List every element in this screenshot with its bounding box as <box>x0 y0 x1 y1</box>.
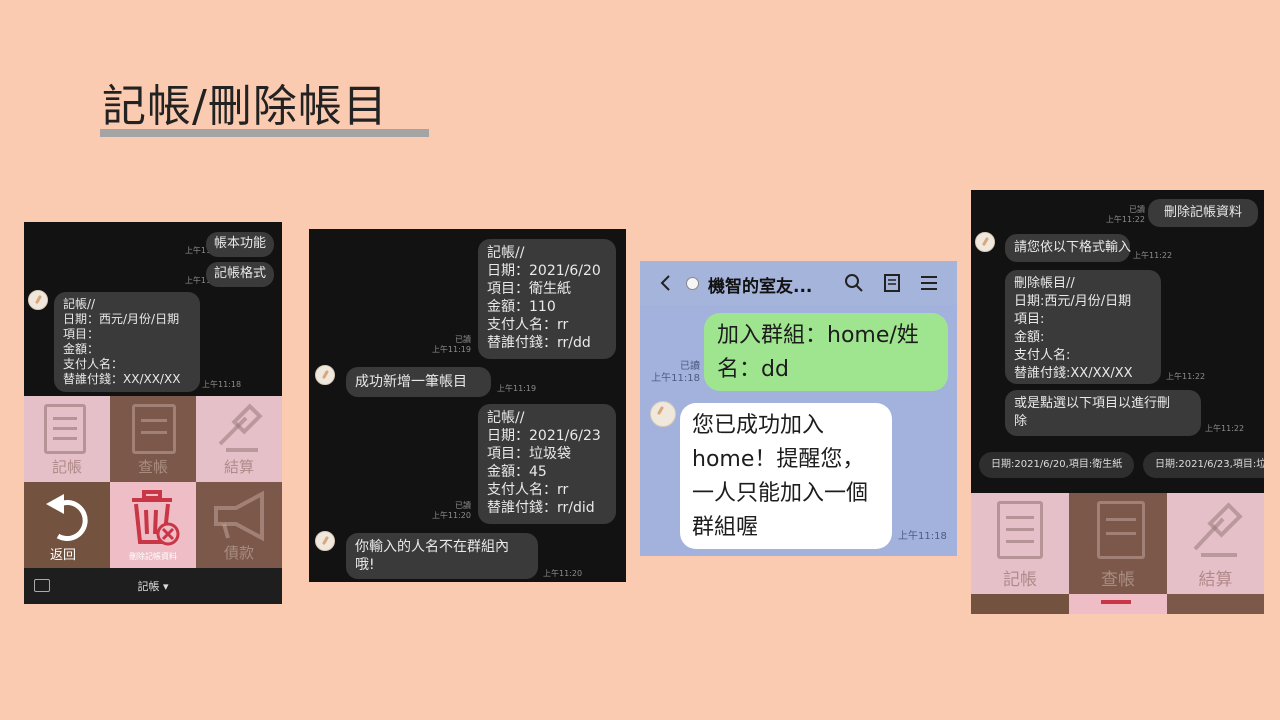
menu-debt-button[interactable]: 債款 <box>196 482 282 568</box>
sent-message: 刪除記帳資料 <box>1148 199 1258 227</box>
menu-lookup-button[interactable]: 查帳 <box>110 396 196 482</box>
menu-lookup-button[interactable]: 查帳 <box>1069 493 1167 594</box>
gavel-icon <box>218 403 263 452</box>
menu-debt-button[interactable] <box>1167 594 1264 614</box>
menu-back-button[interactable]: 返回 <box>24 482 110 568</box>
message-time: 上午11:18 <box>202 380 242 389</box>
message-time: 上午11:20 <box>543 569 583 578</box>
bot-avatar <box>315 365 335 385</box>
slide-title: 記帳/刪除帳目 <box>102 81 388 132</box>
ledger-icon <box>1097 501 1145 559</box>
bottom-bar: 記帳 ▾ <box>24 568 282 604</box>
message-time: 上午11:18 <box>898 531 947 542</box>
menu-icon[interactable] <box>920 273 938 293</box>
message-time: 上午11:19 <box>497 384 537 393</box>
message-time: 上午11:22 <box>1166 372 1206 381</box>
trash-delete-icon <box>132 490 180 546</box>
ledger-icon <box>132 404 176 454</box>
bot-message: 您已成功加入 home！提醒您， 一人只能加入一個 群組喔 <box>680 403 892 549</box>
sent-message: 記帳格式 <box>206 262 274 287</box>
bot-reply: 你輸入的人名不在群組內 哦! <box>346 533 538 579</box>
panel-join-group: 機智的室友... 加入群組：home/姓 名：dd 已讀 上午11:18 您已成功… <box>640 261 957 556</box>
menu-delete-button[interactable] <box>1069 594 1167 614</box>
sent-entry: 記帳// 日期：2021/6/23 項目：垃圾袋 金額：45 支付人名：rr 替… <box>478 404 616 524</box>
gavel-icon <box>1193 502 1243 557</box>
bot-avatar <box>28 290 48 310</box>
menu-delete-label: 刪除記帳資料 <box>129 552 177 561</box>
quick-reply-button[interactable]: 日期:2021/6/23,項目:垃 <box>1143 452 1264 478</box>
menu-settle-button[interactable]: 結算 <box>196 396 282 482</box>
document-icon <box>997 501 1043 559</box>
read-receipt: 已讀 上午11:22 <box>1105 205 1145 224</box>
panel-record-results: 記帳// 日期：2021/6/20 項目：衛生紙 金額：110 支付人名：rr … <box>309 229 626 582</box>
menu-debt-label: 債款 <box>223 544 254 562</box>
menu-lookup-label: 查帳 <box>137 458 168 476</box>
message-time: 上午11:22 <box>1133 251 1173 260</box>
notes-icon[interactable] <box>883 273 901 293</box>
menu-back-button[interactable] <box>971 594 1069 614</box>
group-icon <box>686 277 699 290</box>
menu-record-label: 記帳 <box>51 458 82 476</box>
bot-avatar <box>650 401 676 427</box>
menu-settle-button[interactable]: 結算 <box>1167 493 1264 594</box>
trash-delete-icon <box>1101 600 1131 604</box>
sent-message: 帳本功能 <box>206 232 274 257</box>
read-receipt: 已讀 上午11:20 <box>431 501 471 520</box>
menu-lookup-label: 查帳 <box>1101 570 1135 590</box>
bot-message: 或是點選以下項目以進行刪 除 <box>1005 390 1201 436</box>
bot-avatar <box>975 232 995 252</box>
panel-record-format: 已讀上午11:18 帳本功能 已讀上午11:18 記帳格式 記帳// 日期：西元… <box>24 222 282 604</box>
menu-record-label: 記帳 <box>1003 570 1037 590</box>
read-receipt: 已讀 上午11:19 <box>431 335 471 354</box>
bot-message: 請您依以下格式輸入 <box>1005 234 1131 262</box>
panel-delete-entry: 已讀 上午11:22 刪除記帳資料 請您依以下格式輸入 上午11:22 刪除帳目/… <box>971 190 1264 614</box>
document-icon <box>44 404 86 454</box>
bot-message: 記帳// 日期：西元/月份/日期 項目： 金額： 支付人名： 替誰付錢：XX/X… <box>54 292 200 392</box>
chat-header: 機智的室友... <box>640 261 957 305</box>
menu-settle-label: 結算 <box>1198 570 1233 590</box>
search-icon[interactable] <box>844 273 864 293</box>
menu-back-label: 返回 <box>50 548 77 563</box>
menu-settle-label: 結算 <box>223 458 254 476</box>
read-receipt: 已讀上午11:18 <box>651 361 700 384</box>
chat-title: 機智的室友... <box>708 277 813 297</box>
bot-message: 刪除帳目// 日期:西元/月份/日期 項目: 金額: 支付人名: 替誰付錢:XX… <box>1005 270 1161 384</box>
sent-entry: 記帳// 日期：2021/6/20 項目：衛生紙 金額：110 支付人名：rr … <box>478 239 616 359</box>
menu-record-button[interactable]: 記帳 <box>971 493 1069 594</box>
menu-toggle-label[interactable]: 記帳 ▾ <box>24 578 282 594</box>
megaphone-icon <box>214 490 264 542</box>
back-arrow-icon <box>46 494 88 541</box>
quick-reply-button[interactable]: 日期:2021/6/20,項目:衛生紙 <box>979 452 1135 478</box>
sent-message: 加入群組：home/姓 名：dd <box>704 313 948 391</box>
title-underline <box>100 129 429 137</box>
bot-reply: 成功新增一筆帳目 <box>346 367 491 397</box>
message-time: 上午11:22 <box>1205 424 1245 433</box>
back-chevron-icon[interactable] <box>658 273 674 293</box>
bot-avatar <box>315 531 335 551</box>
menu-record-button[interactable]: 記帳 <box>24 396 110 482</box>
menu-delete-button[interactable]: 刪除記帳資料 <box>110 482 196 568</box>
